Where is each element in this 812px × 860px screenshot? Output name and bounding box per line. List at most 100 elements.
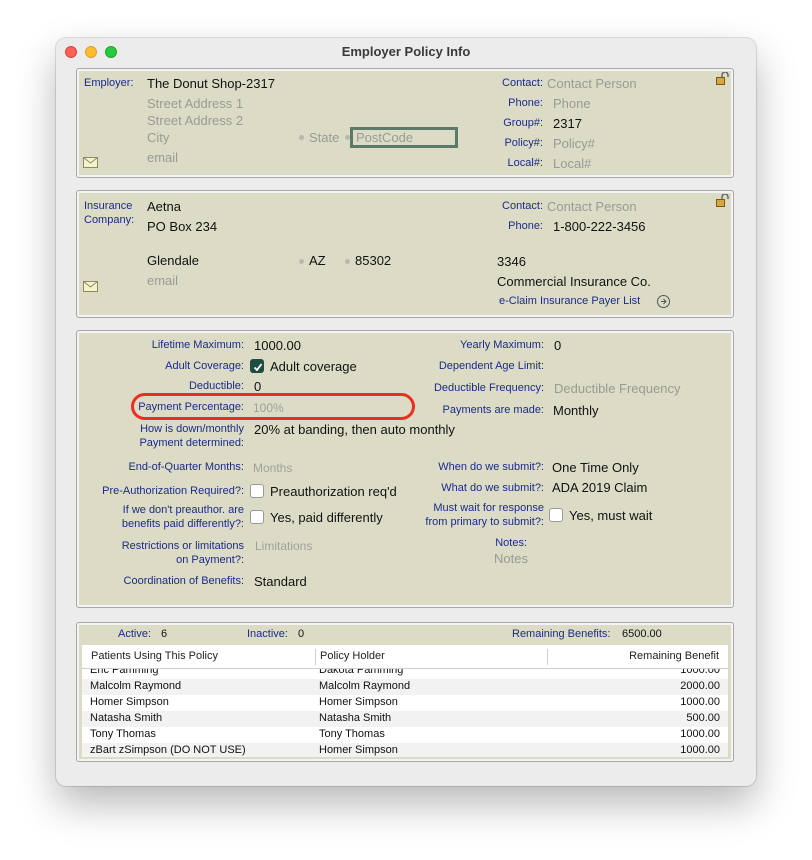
active-label: Active: [118, 628, 152, 640]
employer-phone-field[interactable]: Phone [553, 96, 591, 111]
eoq-months-label: End-of-Quarter Months: [128, 461, 244, 473]
column-header-patient[interactable]: Patients Using This Policy [91, 650, 218, 662]
policy-window: Employer Policy Info Employer: The Donut… [56, 38, 756, 786]
insurance-email-field[interactable]: email [147, 273, 178, 288]
insurance-address[interactable]: PO Box 234 [147, 219, 217, 234]
insurance-state[interactable]: AZ [309, 253, 326, 268]
employer-email-field[interactable]: email [147, 150, 178, 165]
zip-bullet [345, 259, 350, 264]
yearly-max-field[interactable]: 0 [554, 338, 561, 353]
lifetime-max-field[interactable]: 1000.00 [254, 338, 301, 353]
local-field[interactable]: Local# [553, 156, 591, 171]
down-monthly-label-line2: Payment determined: [139, 437, 244, 449]
group-label: Group#: [503, 117, 543, 129]
insurance-label-line1: Insurance [84, 200, 133, 212]
employer-name[interactable]: The Donut Shop-2317 [147, 76, 275, 91]
lock-icon[interactable] [716, 72, 729, 85]
down-monthly-field[interactable]: 20% at banding, then auto monthly [254, 422, 455, 437]
table-row[interactable]: Natasha Smith Natasha Smith 500.00 [82, 711, 728, 727]
policy-holder: Malcolm Raymond [319, 680, 411, 692]
lock-icon[interactable] [716, 194, 729, 207]
postcode-input[interactable]: PostCode [350, 127, 458, 148]
active-count: 6 [161, 628, 168, 640]
when-submit-field[interactable]: One Time Only [552, 460, 639, 475]
policy-field[interactable]: Policy# [553, 136, 595, 151]
patient-name: zBart zSimpson (DO NOT USE) [90, 744, 246, 756]
remaining-benefits-value: 6500.00 [622, 628, 662, 640]
street2-field[interactable]: Street Address 2 [147, 113, 243, 128]
insurance-phone-label: Phone: [508, 220, 543, 232]
eoq-months-field[interactable]: Months [253, 461, 292, 475]
what-submit-label: What do we submit?: [441, 482, 544, 494]
payment-percentage-highlight [131, 393, 415, 420]
column-divider[interactable] [547, 649, 548, 665]
state-field[interactable]: State [309, 130, 339, 145]
inactive-count: 0 [298, 628, 305, 640]
envelope-icon[interactable] [83, 281, 98, 292]
envelope-icon[interactable] [83, 157, 98, 168]
column-header-policy-holder[interactable]: Policy Holder [320, 650, 385, 662]
wait-response-label-line1: Must wait for response [433, 502, 544, 514]
city-field[interactable]: City [147, 130, 169, 145]
table-row[interactable]: zBart zSimpson (DO NOT USE) Homer Simpso… [82, 743, 728, 757]
remaining-benefit: 1000.00 [680, 744, 720, 756]
paid-differently-checkbox-label[interactable]: Yes, paid differently [270, 510, 383, 525]
state-bullet [299, 259, 304, 264]
table-row[interactable]: Malcolm Raymond Malcolm Raymond 2000.00 [82, 679, 728, 695]
notes-field[interactable]: Notes [494, 551, 528, 566]
employer-phone-label: Phone: [508, 97, 543, 109]
employer-contact-field[interactable]: Contact Person [547, 76, 637, 91]
adult-coverage-checkbox[interactable] [250, 359, 264, 373]
insurance-phone-field[interactable]: 1-800-222-3456 [553, 219, 646, 234]
policy-label: Policy#: [504, 137, 543, 149]
employer-contact-label: Contact: [502, 77, 543, 89]
arrow-right-circle-icon[interactable] [657, 295, 670, 308]
street1-field[interactable]: Street Address 1 [147, 96, 243, 111]
down-monthly-label-line1: How is down/monthly [140, 423, 244, 435]
cob-field[interactable]: Standard [254, 574, 307, 589]
policy-holder: Homer Simpson [319, 744, 398, 756]
deductible-field[interactable]: 0 [254, 379, 261, 394]
insurance-name[interactable]: Aetna [147, 199, 181, 214]
insurance-label-line2: Company: [84, 214, 135, 226]
payer-list-link[interactable]: e-Claim Insurance Payer List [499, 295, 640, 307]
insurance-city[interactable]: Glendale [147, 253, 199, 268]
no-preauth-label-line1: If we don't preauthor. are [122, 504, 244, 516]
employer-label: Employer: [84, 77, 134, 89]
lifetime-max-label: Lifetime Maximum: [151, 339, 244, 351]
insurance-contact-label: Contact: [502, 200, 543, 212]
when-submit-label: When do we submit?: [438, 461, 544, 473]
adult-coverage-checkbox-label[interactable]: Adult coverage [270, 359, 357, 374]
preauth-label: Pre-Authorization Required?: [102, 485, 244, 497]
must-wait-checkbox-label[interactable]: Yes, must wait [569, 508, 652, 523]
must-wait-checkbox[interactable] [549, 508, 563, 522]
column-header-remaining-benefit[interactable]: Remaining Benefit [629, 650, 719, 662]
table-row[interactable]: Tony Thomas Tony Thomas 1000.00 [82, 727, 728, 743]
insurance-zip[interactable]: 85302 [355, 253, 391, 268]
wait-response-label-line2: from primary to submit?: [425, 516, 544, 528]
restrictions-field[interactable]: Limitations [255, 539, 312, 553]
no-preauth-label-line2: benefits paid differently?: [121, 518, 244, 530]
column-divider[interactable] [315, 649, 316, 665]
adult-coverage-label: Adult Coverage: [165, 360, 244, 372]
insurance-contact-field[interactable]: Contact Person [547, 199, 637, 214]
payer-id[interactable]: 3346 [497, 254, 526, 269]
policy-holder: Tony Thomas [319, 728, 385, 740]
dependent-age-label: Dependent Age Limit: [438, 360, 544, 372]
what-submit-field[interactable]: ADA 2019 Claim [552, 480, 647, 495]
payer-name[interactable]: Commercial Insurance Co. [497, 274, 651, 289]
payments-made-field[interactable]: Monthly [553, 403, 599, 418]
yearly-max-label: Yearly Maximum: [460, 339, 544, 351]
dependent-age-field[interactable] [554, 359, 704, 375]
preauth-checkbox[interactable] [250, 484, 264, 498]
table-row[interactable]: Homer Simpson Homer Simpson 1000.00 [82, 695, 728, 711]
patient-name: Tony Thomas [90, 728, 156, 740]
policy-holder: Homer Simpson [319, 696, 398, 708]
group-field[interactable]: 2317 [553, 116, 582, 131]
remaining-benefit: 2000.00 [680, 680, 720, 692]
deductible-frequency-field[interactable]: Deductible Frequency [554, 381, 680, 396]
window-title: Employer Policy Info [341, 44, 471, 59]
paid-differently-checkbox[interactable] [250, 510, 264, 524]
patients-panel: Active: 6 Inactive: 0 Remaining Benefits… [76, 622, 734, 762]
title-bar: Employer Policy Info [56, 38, 756, 66]
